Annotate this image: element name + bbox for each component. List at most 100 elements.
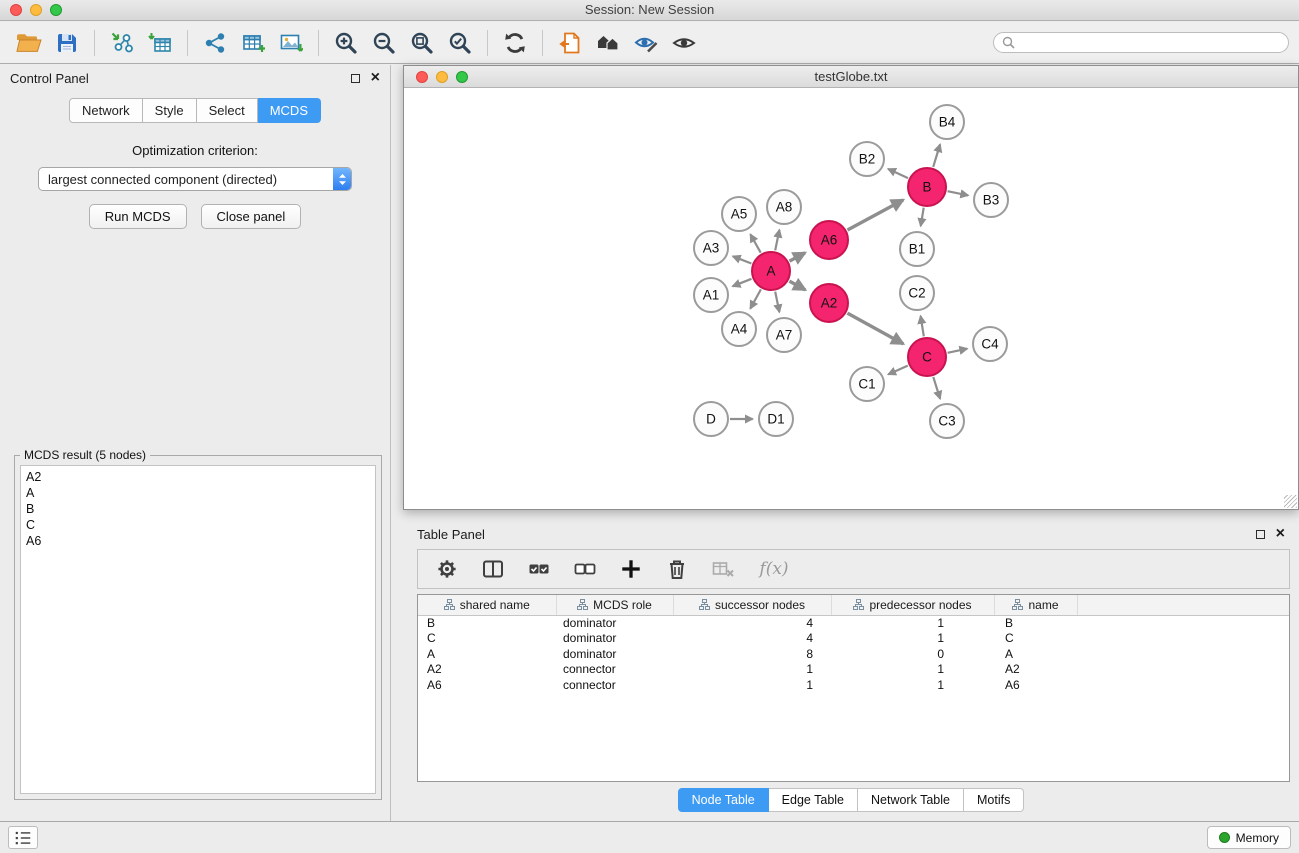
graph-edge-B-B1[interactable] [921, 208, 924, 226]
mcds-result-list[interactable]: A2ABCA6 [20, 465, 376, 794]
column-header-successor-nodes[interactable]: successor nodes [673, 595, 831, 615]
graph-node-B1[interactable]: B1 [900, 232, 934, 266]
graph-edge-A-A8[interactable] [775, 230, 779, 251]
tab-style[interactable]: Style [143, 98, 197, 123]
refresh-network-button[interactable] [496, 26, 534, 60]
column-header-MCDS-role[interactable]: MCDS role [556, 595, 673, 615]
table-row[interactable]: Adominator80A [418, 647, 1289, 663]
zoom-window-button[interactable] [50, 4, 62, 16]
close-panel-icon[interactable]: × [371, 73, 380, 83]
tab-network[interactable]: Network [69, 98, 143, 123]
graph-node-D1[interactable]: D1 [759, 402, 793, 436]
import-table-button[interactable] [141, 26, 179, 60]
memory-button[interactable]: Memory [1207, 826, 1291, 849]
graph-node-A2[interactable]: A2 [810, 284, 848, 322]
graph-node-C1[interactable]: C1 [850, 367, 884, 401]
graph-node-A1[interactable]: A1 [694, 278, 728, 312]
run-mcds-button[interactable]: Run MCDS [89, 204, 187, 229]
zoom-network-window-button[interactable] [456, 71, 468, 83]
zoom-out-button[interactable] [365, 26, 403, 60]
optimization-criterion-select[interactable]: largest connected component (directed) [38, 167, 352, 191]
graph-node-D[interactable]: D [694, 402, 728, 436]
mcds-result-item[interactable]: A6 [26, 533, 370, 549]
mcds-result-item[interactable]: A [26, 485, 370, 501]
float-panel-icon[interactable] [351, 74, 360, 83]
graph-edge-A-A5[interactable] [750, 234, 760, 252]
style-preview-button[interactable] [627, 26, 665, 60]
graph-edge-C-C3[interactable] [933, 377, 940, 399]
close-table-panel-icon[interactable]: × [1276, 529, 1285, 539]
zoom-selected-button[interactable] [441, 26, 479, 60]
minimize-window-button[interactable] [30, 4, 42, 16]
column-header-shared-name[interactable]: shared name [418, 595, 556, 615]
graph-node-A3[interactable]: A3 [694, 231, 728, 265]
tab-mcds[interactable]: MCDS [258, 98, 321, 123]
graph-edge-A-A3[interactable] [733, 256, 752, 263]
mcds-result-item[interactable]: B [26, 501, 370, 517]
graph-node-B3[interactable]: B3 [974, 183, 1008, 217]
graph-edge-C-C1[interactable] [888, 366, 908, 375]
graph-edge-B-B2[interactable] [888, 169, 908, 178]
graph-edge-C-C2[interactable] [921, 316, 924, 336]
tab-node-table[interactable]: Node Table [678, 788, 769, 812]
mcds-result-item[interactable]: C [26, 517, 370, 533]
graph-node-A6[interactable]: A6 [810, 221, 848, 259]
graph-node-C4[interactable]: C4 [973, 327, 1007, 361]
close-network-window-button[interactable] [416, 71, 428, 83]
table-row[interactable]: A6connector11A6 [418, 678, 1289, 694]
graph-node-C[interactable]: C [908, 338, 946, 376]
import-network-button[interactable] [103, 26, 141, 60]
zoom-fit-button[interactable] [403, 26, 441, 60]
network-graph[interactable]: AA1A2A3A4A5A6A7A8BB1B2B3B4CC1C2C3C4DD1 [404, 88, 1298, 508]
close-window-button[interactable] [10, 4, 22, 16]
graph-node-A[interactable]: A [752, 252, 790, 290]
network-window-titlebar[interactable]: testGlobe.txt [404, 66, 1298, 88]
graph-edge-C-C4[interactable] [948, 349, 968, 353]
graph-node-A8[interactable]: A8 [767, 190, 801, 224]
new-table-button[interactable] [234, 26, 272, 60]
graph-edge-A2-C[interactable] [847, 313, 903, 344]
mcds-result-item[interactable]: A2 [26, 469, 370, 485]
graph-node-C3[interactable]: C3 [930, 404, 964, 438]
search-input[interactable] [1020, 36, 1280, 50]
birds-eye-button[interactable] [589, 26, 627, 60]
graph-node-B4[interactable]: B4 [930, 105, 964, 139]
graph-node-B[interactable]: B [908, 168, 946, 206]
show-columns-button[interactable] [478, 552, 508, 586]
minimize-network-window-button[interactable] [436, 71, 448, 83]
graph-edge-B-B4[interactable] [933, 144, 940, 167]
graph-edge-A-A4[interactable] [750, 289, 761, 308]
resize-grip[interactable] [1284, 495, 1297, 508]
tab-motifs[interactable]: Motifs [964, 788, 1024, 812]
task-history-button[interactable] [8, 826, 38, 849]
table-row[interactable]: Cdominator41C [418, 631, 1289, 647]
graph-node-B2[interactable]: B2 [850, 142, 884, 176]
graph-edge-A-A7[interactable] [775, 292, 779, 313]
graph-edge-A6-B[interactable] [848, 200, 904, 230]
column-header-name[interactable]: name [994, 595, 1077, 615]
table-settings-button[interactable] [432, 552, 462, 586]
column-header-predecessor-nodes[interactable]: predecessor nodes [831, 595, 994, 615]
save-session-button[interactable] [48, 26, 86, 60]
tab-network-table[interactable]: Network Table [858, 788, 964, 812]
select-all-columns-button[interactable] [524, 552, 554, 586]
close-panel-button[interactable]: Close panel [201, 204, 302, 229]
table-row[interactable]: Bdominator41B [418, 615, 1289, 631]
graph-edge-A-A6[interactable] [790, 253, 806, 261]
show-graphics-details-button[interactable] [665, 26, 703, 60]
search-field[interactable] [993, 32, 1289, 53]
graph-node-A5[interactable]: A5 [722, 197, 756, 231]
float-table-panel-icon[interactable] [1256, 530, 1265, 539]
delete-table-button[interactable] [708, 552, 738, 586]
open-session-button[interactable] [10, 26, 48, 60]
table-row[interactable]: A2connector11A2 [418, 662, 1289, 678]
tab-edge-table[interactable]: Edge Table [769, 788, 858, 812]
graph-node-A4[interactable]: A4 [722, 312, 756, 346]
open-recent-file-button[interactable] [551, 26, 589, 60]
graph-edge-A-A1[interactable] [733, 279, 752, 287]
graph-edge-A-A2[interactable] [789, 281, 805, 290]
graph-node-C2[interactable]: C2 [900, 276, 934, 310]
create-column-button[interactable] [616, 552, 646, 586]
tab-select[interactable]: Select [197, 98, 258, 123]
new-network-button[interactable] [196, 26, 234, 60]
